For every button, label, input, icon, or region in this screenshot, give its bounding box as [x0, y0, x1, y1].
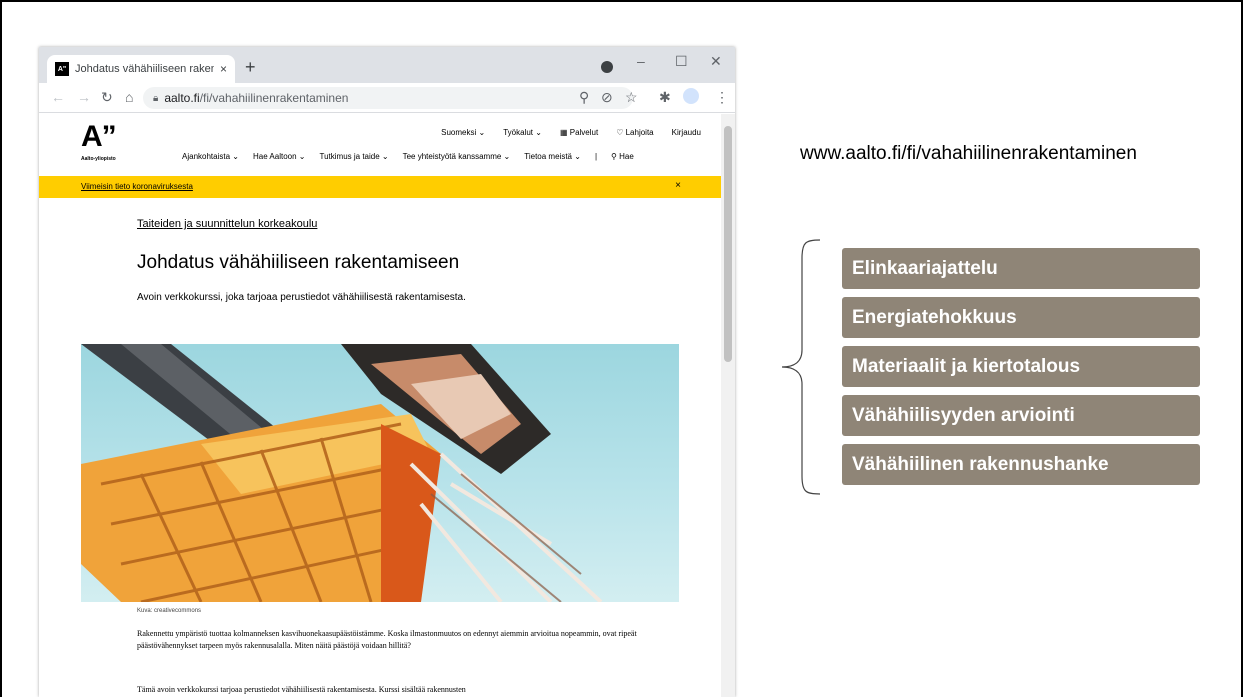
- nav-item-news[interactable]: Ajankohtaista ⌄: [182, 152, 239, 161]
- nav-divider: |: [594, 152, 598, 161]
- grid-icon: ▦: [559, 128, 568, 137]
- image-caption: Kuva: creativecommons: [137, 608, 202, 614]
- new-tab-button[interactable]: +: [245, 57, 256, 78]
- reload-icon[interactable]: ↻: [101, 89, 113, 106]
- zoom-icon[interactable]: ⚲: [579, 89, 589, 106]
- topic-materials: Materiaalit ja kiertotalous: [842, 346, 1200, 387]
- aalto-logo[interactable]: A”: [81, 120, 117, 154]
- services-link[interactable]: ▦ Palvelut: [560, 128, 598, 137]
- search-button[interactable]: ⚲ Hae: [611, 152, 634, 161]
- nav-label: Tietoa meistä: [524, 152, 572, 161]
- search-icon: ⚲: [611, 152, 617, 161]
- nav-label: Hae Aaltoon: [252, 152, 297, 161]
- services-label: Palvelut: [569, 128, 599, 137]
- language-label: Suomeksi: [441, 128, 477, 137]
- menu-icon[interactable]: ⋮: [715, 89, 729, 106]
- page-title: Johdatus vähähiiliseen rakentamiseen: [137, 252, 460, 273]
- nav-item-apply[interactable]: Hae Aaltoon ⌄: [253, 152, 306, 161]
- alert-close-icon[interactable]: ×: [675, 180, 681, 191]
- logo-subtitle: Aalto-yliopisto: [81, 156, 116, 162]
- nav-label: Tutkimus ja taide: [319, 152, 380, 161]
- scrollbar[interactable]: [721, 114, 735, 697]
- login-link[interactable]: Kirjaudu: [672, 128, 701, 137]
- alert-banner: Viimeisin tieto koronaviruksesta ×: [39, 176, 721, 198]
- page-viewport: A” Aalto-yliopisto Suomeksi ⌄ Työkalut ⌄…: [39, 114, 721, 697]
- nav-item-about[interactable]: Tietoa meistä ⌄: [524, 152, 581, 161]
- lead-paragraph: Avoin verkkokurssi, joka tarjoaa perusti…: [137, 292, 466, 303]
- hero-image: [81, 344, 679, 602]
- slide-url-text: www.aalto.fi/fi/vahahiilinenrakentaminen: [800, 143, 1137, 164]
- nav-item-research[interactable]: Tutkimus ja taide ⌄: [320, 152, 389, 161]
- corona-info-link[interactable]: Viimeisin tieto koronaviruksesta: [81, 182, 193, 191]
- scroll-thumb[interactable]: [724, 126, 732, 362]
- topic-list: Elinkaariajattelu Energiatehokkuus Mater…: [842, 248, 1200, 493]
- url-text: aalto.fi/fi/vahahiilinenrakentaminen: [164, 91, 348, 105]
- tools-menu[interactable]: Työkalut ⌄: [503, 128, 542, 137]
- tab-title: Johdatus vähähiiliseen rakentam: [75, 63, 214, 75]
- crane-illustration: [81, 344, 603, 602]
- top-links: Suomeksi ⌄ Työkalut ⌄ ▦ Palvelut ♡ Lahjo…: [441, 128, 701, 137]
- language-menu[interactable]: Suomeksi ⌄: [441, 128, 485, 137]
- topic-project: Vähähiilinen rakennushanke: [842, 444, 1200, 485]
- extensions-icon[interactable]: ✱: [659, 89, 671, 106]
- main-nav: Ajankohtaista ⌄ Hae Aaltoon ⌄ Tutkimus j…: [182, 152, 634, 161]
- nav-label: Tee yhteistyötä kanssamme: [402, 152, 502, 161]
- tools-label: Työkalut: [503, 128, 533, 137]
- topic-lifecycle: Elinkaariajattelu: [842, 248, 1200, 289]
- donate-label: Lahjoita: [625, 128, 654, 137]
- topic-energy-efficiency: Energiatehokkuus: [842, 297, 1200, 338]
- nav-label: Ajankohtaista: [182, 152, 231, 161]
- curly-brace: [781, 239, 820, 495]
- incognito-icon[interactable]: [601, 61, 613, 73]
- browser-window: A" Johdatus vähähiiliseen rakentam × + –…: [39, 47, 735, 697]
- address-bar[interactable]: 🔒︎ aalto.fi/fi/vahahiilinenrakentaminen: [143, 87, 633, 109]
- nav-item-collaborate[interactable]: Tee yhteistyötä kanssamme ⌄: [403, 152, 511, 161]
- close-window-button[interactable]: ✕: [710, 53, 722, 70]
- url-path: /fi/vahahiilinenrakentaminen: [199, 91, 349, 105]
- minimize-button[interactable]: –: [637, 53, 645, 69]
- aalto-favicon-icon: A": [55, 62, 69, 76]
- tab-strip: A" Johdatus vähähiiliseen rakentam × + –…: [39, 47, 735, 83]
- home-icon[interactable]: ⌂: [125, 89, 133, 105]
- heart-icon: ♡: [616, 128, 624, 137]
- body-paragraph-2: Tämä avoin verkkokurssi tarjoaa perustie…: [137, 685, 466, 694]
- back-icon[interactable]: ←: [51, 89, 65, 105]
- forward-icon[interactable]: →: [77, 89, 91, 105]
- search-label: Hae: [619, 152, 634, 161]
- lock-icon: 🔒︎: [153, 92, 159, 104]
- browser-tab[interactable]: A" Johdatus vähähiiliseen rakentam ×: [47, 55, 235, 83]
- url-host: aalto.fi: [164, 91, 200, 105]
- browser-toolbar: ← → ↻ ⌂ 🔒︎ aalto.fi/fi/vahahiilinenraken…: [39, 83, 735, 113]
- donate-link[interactable]: ♡ Lahjoita: [616, 128, 653, 137]
- maximize-button[interactable]: ☐: [675, 53, 688, 70]
- tab-close-icon[interactable]: ×: [220, 62, 227, 76]
- star-icon[interactable]: ☆: [625, 89, 638, 106]
- profile-icon[interactable]: [683, 88, 699, 104]
- body-paragraph-1: Rakennettu ympäristö tuottaa kolmannekse…: [137, 629, 637, 650]
- topic-assessment: Vähähiilisyyden arviointi: [842, 395, 1200, 436]
- site-header: A” Aalto-yliopisto Suomeksi ⌄ Työkalut ⌄…: [39, 114, 721, 176]
- eye-off-icon[interactable]: ⊘: [601, 89, 613, 106]
- breadcrumb[interactable]: Taiteiden ja suunnittelun korkeakoulu: [137, 218, 317, 230]
